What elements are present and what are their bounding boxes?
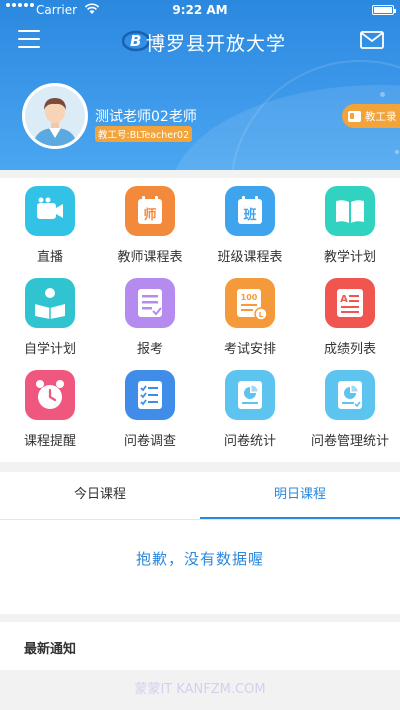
id-card-button[interactable]: 教工录 (342, 104, 400, 128)
survey-stats-icon (225, 370, 275, 420)
exam-schedule-icon: 100 L (225, 278, 275, 328)
svg-text:师: 师 (143, 207, 156, 223)
grade-list-icon: A (325, 278, 375, 328)
avatar[interactable] (22, 83, 88, 149)
grid-item-label: 问卷管理统计 (310, 434, 389, 449)
teacher-id-badge: 教工号:BLTeacher02 (95, 126, 193, 142)
notice-section[interactable]: 最新通知 (0, 622, 400, 670)
svg-text:L: L (259, 311, 264, 319)
profile-header: Carrier 9:22 AM B 博罗县开放大学 测试老师02老师 教工号:B… (0, 0, 400, 170)
tab-today-courses[interactable]: 今日课程 (0, 472, 200, 518)
id-card-icon (348, 110, 361, 122)
empty-state-message: 抱歉，没有数据喔 (135, 550, 264, 568)
active-tab-indicator (200, 517, 400, 519)
grid-item-label: 教师课程表 (117, 250, 183, 265)
survey-manage-stats-icon (325, 370, 375, 420)
self-study-icon (25, 278, 75, 328)
grid-item-label: 班级课程表 (217, 250, 283, 265)
course-panel: 今日课程 明日课程 抱歉，没有数据喔 (0, 472, 400, 614)
grid-item-label: 自学计划 (23, 342, 76, 357)
teacher-name: 测试老师02老师 (95, 109, 197, 125)
class-schedule-icon: 班 (225, 186, 275, 236)
alarm-clock-icon (25, 370, 75, 420)
registration-icon (125, 278, 175, 328)
header-decoration (395, 150, 399, 154)
grid-item-label: 问卷调查 (123, 434, 176, 449)
svg-text:A: A (340, 294, 348, 305)
grid-item-label: 成绩列表 (323, 342, 376, 357)
battery-icon (372, 5, 396, 15)
svg-text:班: 班 (243, 207, 256, 223)
mail-icon[interactable] (360, 31, 384, 49)
status-bar: Carrier 9:22 AM (0, 0, 400, 20)
id-card-button-label: 教工录 (365, 110, 397, 123)
hamburger-menu-icon[interactable] (18, 30, 40, 48)
tab-tomorrow-courses[interactable]: 明日课程 (200, 472, 400, 518)
svg-text:100: 100 (241, 293, 258, 302)
feature-grid: 直播 师 教师课程表 班 班级课程表 教学计划 自学计划 报考 100 L 考试… (0, 178, 400, 462)
teacher-avatar-icon (25, 86, 85, 146)
grid-item-label: 教学计划 (323, 250, 376, 265)
clock: 9:22 AM (172, 3, 228, 17)
grid-item-label: 问卷统计 (223, 434, 276, 449)
video-camera-icon (25, 186, 75, 236)
grid-item-label: 课程提醒 (23, 434, 76, 449)
notice-title: 最新通知 (24, 642, 77, 657)
book-icon (325, 186, 375, 236)
header-decoration (380, 92, 385, 97)
grid-item-label: 直播 (36, 250, 63, 265)
survey-checklist-icon (125, 370, 175, 420)
watermark: 蒙蒙IT KANFZM.COM (134, 682, 266, 697)
grid-item-label: 考试安排 (223, 342, 276, 357)
teacher-schedule-icon: 师 (125, 186, 175, 236)
app-title: 博罗县开放大学 (146, 33, 287, 55)
svg-text:B: B (130, 32, 141, 50)
divider (0, 519, 400, 520)
grid-item-label: 报考 (136, 342, 163, 357)
nav-bar: B 博罗县开放大学 (0, 20, 400, 62)
